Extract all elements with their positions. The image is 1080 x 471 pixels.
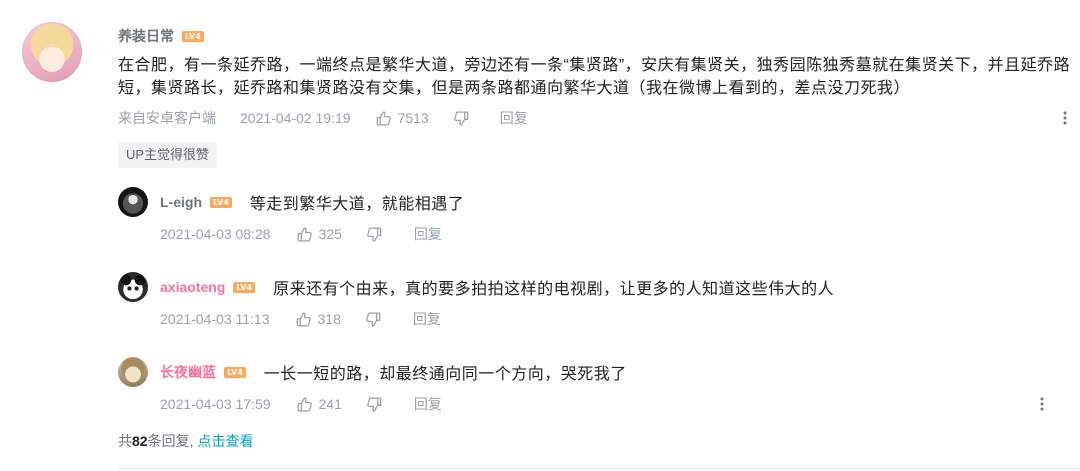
reply-content-row: 长夜幽蓝 LV4 一长一短的路，却最终通向同一个方向，哭死我了 (160, 357, 627, 387)
like-button[interactable]: 325 (296, 226, 342, 243)
comment-source: 来自安卓客户端 (118, 110, 216, 126)
reply-summary-prefix: 共 (118, 433, 132, 449)
like-button[interactable]: 241 (296, 396, 342, 413)
main-comment: 养装日常 LV4 在合肥，有一条延乔路，一端终点是繁华大道，旁边还有一条“集贤路… (118, 26, 1073, 168)
like-button[interactable]: 7513 (375, 110, 429, 127)
dislike-button[interactable] (365, 311, 382, 328)
comment-thread: 养装日常 LV4 在合肥，有一条延乔路，一端终点是繁华大道，旁边还有一条“集贤路… (0, 0, 1080, 471)
panda-avatar[interactable] (118, 272, 148, 302)
reply-summary: 共82条回复, 点击查看 (118, 431, 253, 451)
reply-meta: 2021-04-03 11:13 318 回复 (160, 309, 441, 329)
reply-time: 2021-04-03 17:59 (160, 396, 271, 412)
thumbs-up-icon (376, 110, 391, 126)
beige-portrait-avatar[interactable] (118, 357, 148, 387)
reply-button[interactable]: 回复 (414, 394, 442, 414)
like-count: 325 (318, 226, 342, 242)
reply-time: 2021-04-03 08:28 (160, 226, 271, 242)
main-username[interactable]: 养装日常 (118, 26, 174, 46)
thumbs-down-icon (367, 226, 382, 242)
reply-content-row: axiaoteng LV4 原来还有个由来，真的要多拍拍这样的电视剧，让更多的人… (160, 272, 834, 302)
dislike-button[interactable] (453, 110, 470, 127)
reply-text: 一长一短的路，却最终通向同一个方向，哭死我了 (263, 366, 627, 383)
like-count: 241 (318, 396, 342, 412)
thumbs-up-icon (297, 396, 312, 412)
main-comment-text: 在合肥，有一条延乔路，一端终点是繁华大道，旁边还有一条“集贤路”，安庆有集贤关，… (118, 57, 1071, 97)
main-comment-meta: 来自安卓客户端 2021-04-02 19:19 7513 回复 (118, 108, 1073, 128)
level-badge-icon: LV4 (182, 30, 204, 42)
reply-content-row: L-eigh LV4 等走到繁华大道，就能相遇了 (160, 187, 464, 217)
level-badge-icon: LV4 (233, 281, 256, 293)
reply-count: 82 (132, 433, 148, 449)
divider (118, 468, 1080, 469)
level-badge-icon: LV4 (210, 196, 232, 208)
reply-username[interactable]: L-eigh (160, 194, 202, 210)
level-badge-icon: LV4 (224, 366, 246, 378)
comment-time: 2021-04-02 19:19 (240, 110, 351, 126)
more-vertical-icon[interactable] (1040, 396, 1044, 412)
thumbs-up-icon (296, 311, 311, 327)
reply-text: 等走到繁华大道，就能相遇了 (249, 196, 465, 213)
view-all-replies-link[interactable]: 点击查看 (197, 433, 253, 449)
reply-item: 长夜幽蓝 LV4 一长一短的路，却最终通向同一个方向，哭死我了 2021-04-… (118, 357, 1058, 417)
dislike-button[interactable] (366, 396, 383, 413)
like-count: 318 (317, 311, 341, 327)
reply-item: L-eigh LV4 等走到繁华大道，就能相遇了 2021-04-03 08:2… (118, 187, 1058, 247)
reply-summary-suffix: 条回复, (147, 433, 194, 449)
more-vertical-icon[interactable] (1063, 110, 1067, 126)
reply-button[interactable]: 回复 (500, 108, 528, 128)
reply-text: 原来还有个由来，真的要多拍拍这样的电视剧，让更多的人知道这些伟大的人 (273, 281, 835, 298)
thumbs-up-icon (297, 226, 312, 242)
dark-portrait-avatar[interactable] (118, 187, 148, 217)
thumbs-down-icon (453, 110, 469, 126)
reply-button[interactable]: 回复 (414, 224, 442, 244)
dislike-button[interactable] (366, 226, 383, 243)
anime-girl-avatar[interactable] (22, 22, 82, 82)
main-user-row: 养装日常 LV4 (118, 26, 1073, 46)
like-count: 7513 (397, 110, 429, 126)
thumbs-down-icon (366, 311, 381, 327)
reply-meta: 2021-04-03 17:59 241 回复 (160, 394, 442, 414)
reply-time: 2021-04-03 11:13 (160, 311, 270, 327)
reply-button[interactable]: 回复 (413, 309, 441, 329)
thumbs-down-icon (367, 396, 382, 412)
reply-item: axiaoteng LV4 原来还有个由来，真的要多拍拍这样的电视剧，让更多的人… (118, 272, 1058, 332)
reply-username[interactable]: 长夜幽蓝 (160, 362, 216, 382)
up-liked-tag: UP主觉得很赞 (118, 142, 218, 168)
reply-meta: 2021-04-03 08:28 325 回复 (160, 224, 442, 244)
like-button[interactable]: 318 (295, 311, 341, 328)
reply-username[interactable]: axiaoteng (160, 279, 225, 295)
